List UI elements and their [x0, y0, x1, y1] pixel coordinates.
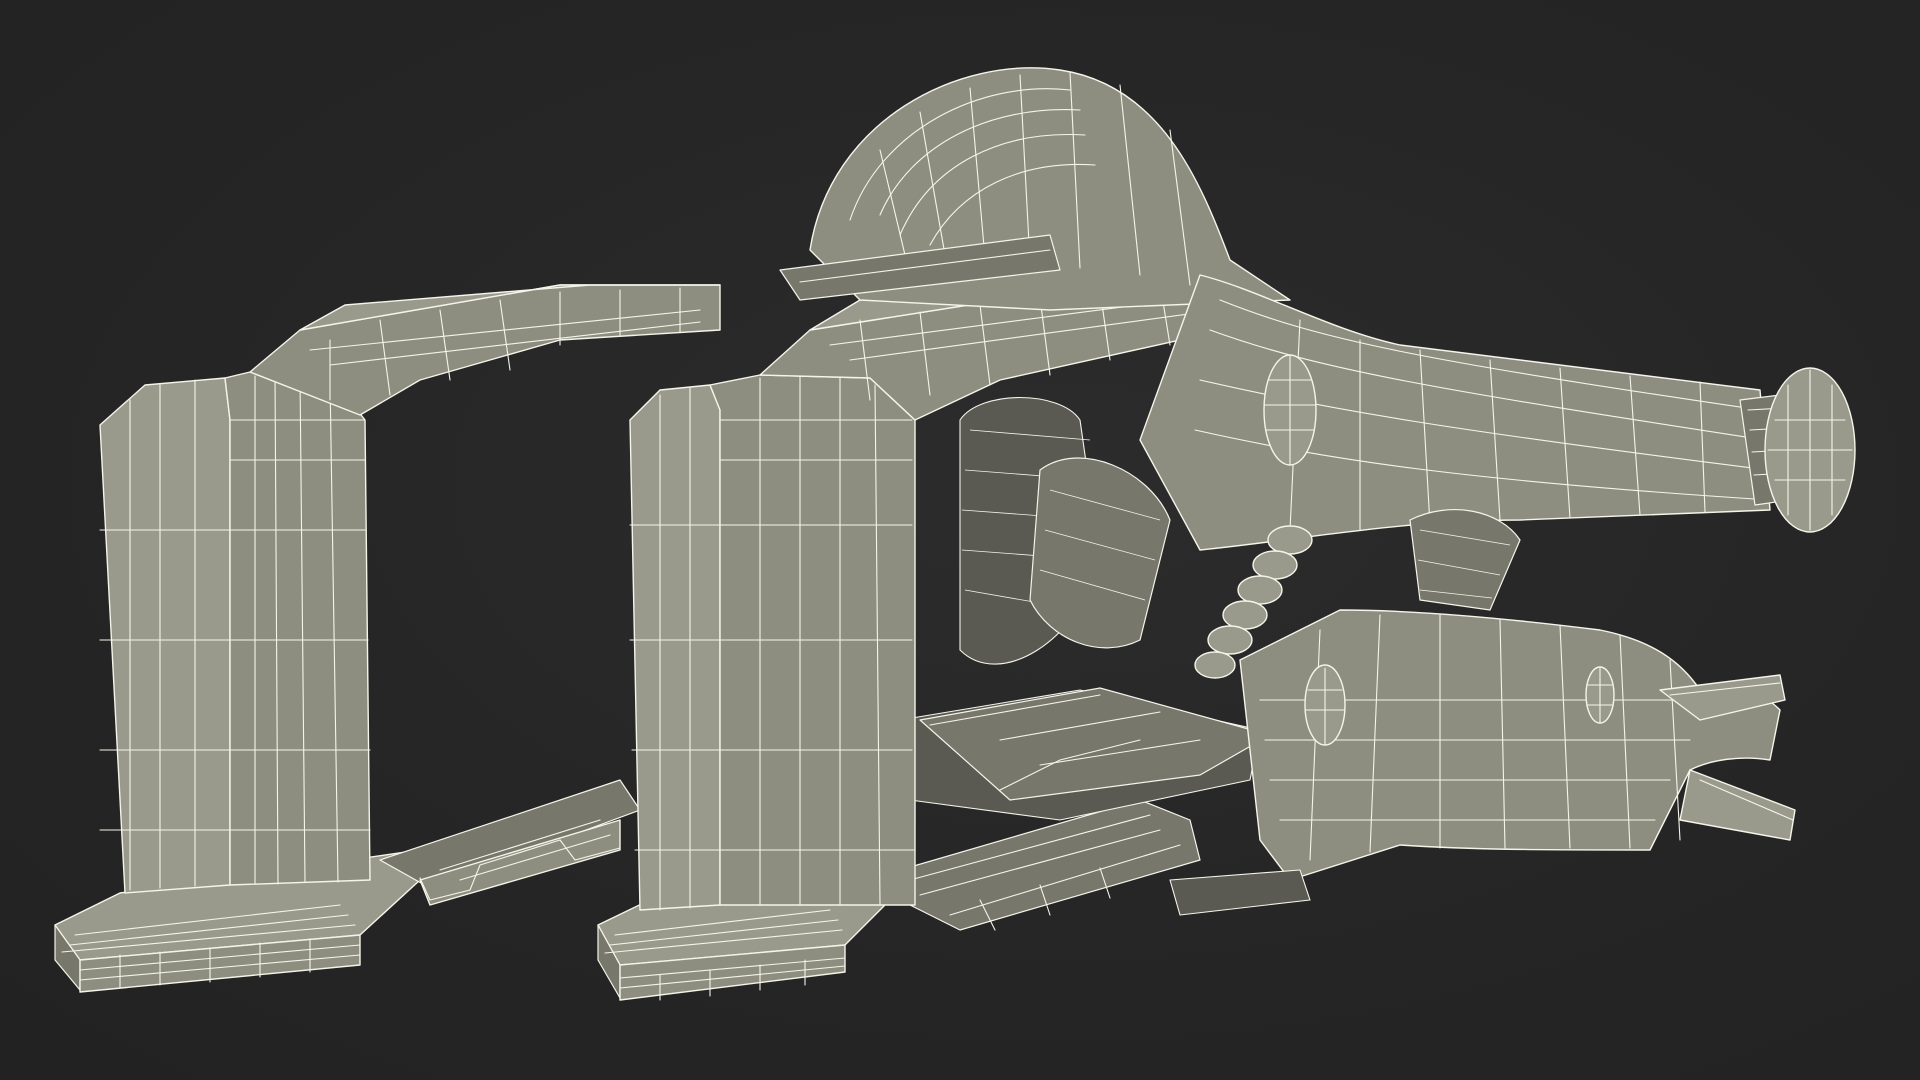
clamp-jaw — [1169, 609, 1796, 916]
wireframe-model — [54, 67, 1856, 1001]
platform-shelf — [899, 687, 1271, 821]
render-viewport — [0, 0, 1920, 1080]
clamp-handle — [1139, 274, 1771, 551]
clamp-arm-hump — [779, 67, 1291, 311]
